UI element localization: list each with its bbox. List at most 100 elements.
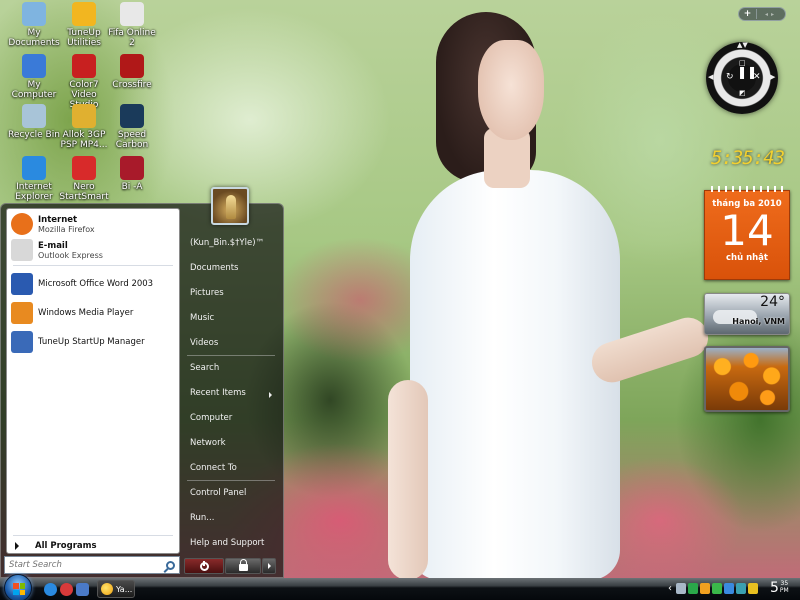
weather-location: Hanoi, VNM <box>732 317 785 326</box>
documents-icon <box>22 2 46 26</box>
search-icon[interactable] <box>166 560 175 570</box>
desktop-icon-label: Carbon <box>115 140 149 150</box>
show-desktop-icon[interactable] <box>76 583 89 596</box>
desktop-icon[interactable]: Bi -A <box>104 156 160 192</box>
device-icon[interactable] <box>676 583 686 594</box>
start-link-network[interactable]: Network <box>190 438 226 448</box>
desktop-icon[interactable]: Fifa Online 2 <box>104 2 160 48</box>
desktop-icon-label: Documents <box>8 38 60 48</box>
taskbar-clock[interactable]: 5 35 PM <box>770 580 789 596</box>
start-link-search[interactable]: Search <box>190 363 219 373</box>
user-name-link[interactable]: (Kun_Bin.$†Yle)™ <box>190 238 264 248</box>
yahoo-messenger-icon <box>101 583 113 595</box>
add-gadget-button[interactable]: + <box>739 9 757 19</box>
recent-program[interactable]: Microsoft Office Word 2003 <box>7 273 179 295</box>
power-button[interactable] <box>184 558 224 574</box>
desktop-icon-label: Computer <box>11 90 57 100</box>
desktop-icon[interactable]: My Documents <box>6 2 62 48</box>
program-label: Microsoft Office Word 2003 <box>38 279 154 289</box>
fullscreen-icon[interactable]: ◩ <box>739 89 746 98</box>
all-programs-button[interactable]: All Programs <box>13 541 97 551</box>
prev-icon[interactable]: ◀ <box>708 73 713 82</box>
start-link-pictures[interactable]: Pictures <box>190 288 224 298</box>
all-programs-label: All Programs <box>35 541 97 551</box>
program-label: Windows Media Player <box>38 308 134 318</box>
gadget-page-nav[interactable]: ◂▸ <box>757 11 785 18</box>
start-button[interactable] <box>4 574 32 600</box>
fifa-icon <box>120 2 144 26</box>
firefox-icon <box>11 213 33 235</box>
start-link-recent-items[interactable]: Recent Items <box>190 388 246 398</box>
lock-icon <box>238 559 248 571</box>
start-link-music[interactable]: Music <box>190 313 214 323</box>
nfs-icon <box>120 104 144 128</box>
show-hidden-icons-button[interactable]: ‹ <box>668 583 672 594</box>
nero-quicklaunch-icon[interactable] <box>60 583 73 596</box>
desktop-icon-label: My <box>27 28 41 38</box>
desktop-icon[interactable]: Recycle Bin <box>6 104 62 140</box>
green-status-icon[interactable] <box>712 583 722 594</box>
computer-icon <box>22 54 46 78</box>
program-subtitle: Outlook Express <box>38 250 103 260</box>
divider <box>187 480 275 481</box>
program-title: Internet <box>38 214 78 225</box>
desktop-icon-label: Explorer <box>15 192 53 202</box>
monitor-icon[interactable] <box>724 583 734 594</box>
desktop-icon[interactable]: My Computer <box>6 54 62 100</box>
divider <box>13 265 173 266</box>
mail-icon <box>11 239 33 261</box>
calendar-gadget[interactable]: tháng ba 2010 14 chủ nhật <box>704 186 790 280</box>
recent-program[interactable]: TuneUp StartUp Manager <box>7 331 179 353</box>
start-link-connect-to[interactable]: Connect To <box>190 463 237 473</box>
taskbar: Ya... ‹ 5 35 PM <box>0 574 800 600</box>
pinned-program[interactable]: Internet Mozilla Firefox <box>7 213 179 235</box>
desktop-icon[interactable]: Speed Carbon <box>104 104 160 150</box>
next-icon[interactable]: ▶ <box>770 73 775 82</box>
calendar-day: 14 <box>720 206 774 255</box>
ie-quicklaunch-icon[interactable] <box>44 583 57 596</box>
start-link-videos[interactable]: Videos <box>190 338 218 348</box>
shuffle-icon[interactable]: ✕ <box>753 73 761 82</box>
desktop-icon-label: StartSmart <box>59 192 109 202</box>
clock-minute: 35 <box>780 580 789 587</box>
lock-button[interactable] <box>225 558 261 574</box>
app-tray-icon[interactable] <box>736 583 746 594</box>
media-player-icon <box>11 302 33 324</box>
start-menu: Internet Mozilla Firefox E-mail Outlook Exp… <box>0 187 284 578</box>
desktop-icon[interactable]: Crossfire <box>104 54 160 90</box>
weather-gadget[interactable]: 24° Hanoi, VNM <box>704 293 790 335</box>
start-link-computer[interactable]: Computer <box>190 413 232 423</box>
sidebar-controls[interactable]: + ◂▸ <box>738 7 786 21</box>
word-icon <box>11 273 33 295</box>
clock-hour: 5 <box>770 580 779 596</box>
network-icon[interactable] <box>688 583 698 594</box>
slideshow-gadget[interactable] <box>704 346 790 412</box>
user-picture[interactable] <box>211 187 249 225</box>
messenger-smile-icon[interactable] <box>700 583 710 594</box>
bia-icon <box>120 156 144 180</box>
yahoo-buddy-icon[interactable] <box>748 583 758 594</box>
volume-arrows-icon[interactable]: ▲▼ <box>737 41 748 50</box>
allok-icon <box>72 104 96 128</box>
wallpaper-neck <box>484 128 530 188</box>
pinned-program[interactable]: E-mail Outlook Express <box>7 239 179 261</box>
start-link-help-and-support[interactable]: Help and Support <box>190 538 264 548</box>
desktop-icon-label: Internet <box>16 182 52 192</box>
recent-program[interactable]: Windows Media Player <box>7 302 179 324</box>
wallpaper-face <box>478 40 544 140</box>
power-controls <box>184 558 276 574</box>
stop-icon[interactable]: □ <box>739 59 746 68</box>
start-link-documents[interactable]: Documents <box>190 263 238 273</box>
start-search-box[interactable] <box>4 556 180 574</box>
desktop-icon[interactable]: Internet Explorer <box>6 156 62 202</box>
divider <box>187 355 275 356</box>
start-search-input[interactable] <box>9 560 159 570</box>
shutdown-options-button[interactable] <box>262 558 276 574</box>
start-link-run[interactable]: Run... <box>190 513 214 523</box>
ie-icon <box>22 156 46 180</box>
repeat-icon[interactable]: ↻ <box>726 73 734 82</box>
taskbar-button-yahoo[interactable]: Ya... <box>97 580 135 598</box>
start-link-control-panel[interactable]: Control Panel <box>190 488 246 498</box>
chess-king-icon <box>226 195 236 219</box>
media-player-gadget[interactable]: ❚❚ ↻ ✕ □ ◩ ▲▼ ◀ ▶ <box>706 41 778 114</box>
